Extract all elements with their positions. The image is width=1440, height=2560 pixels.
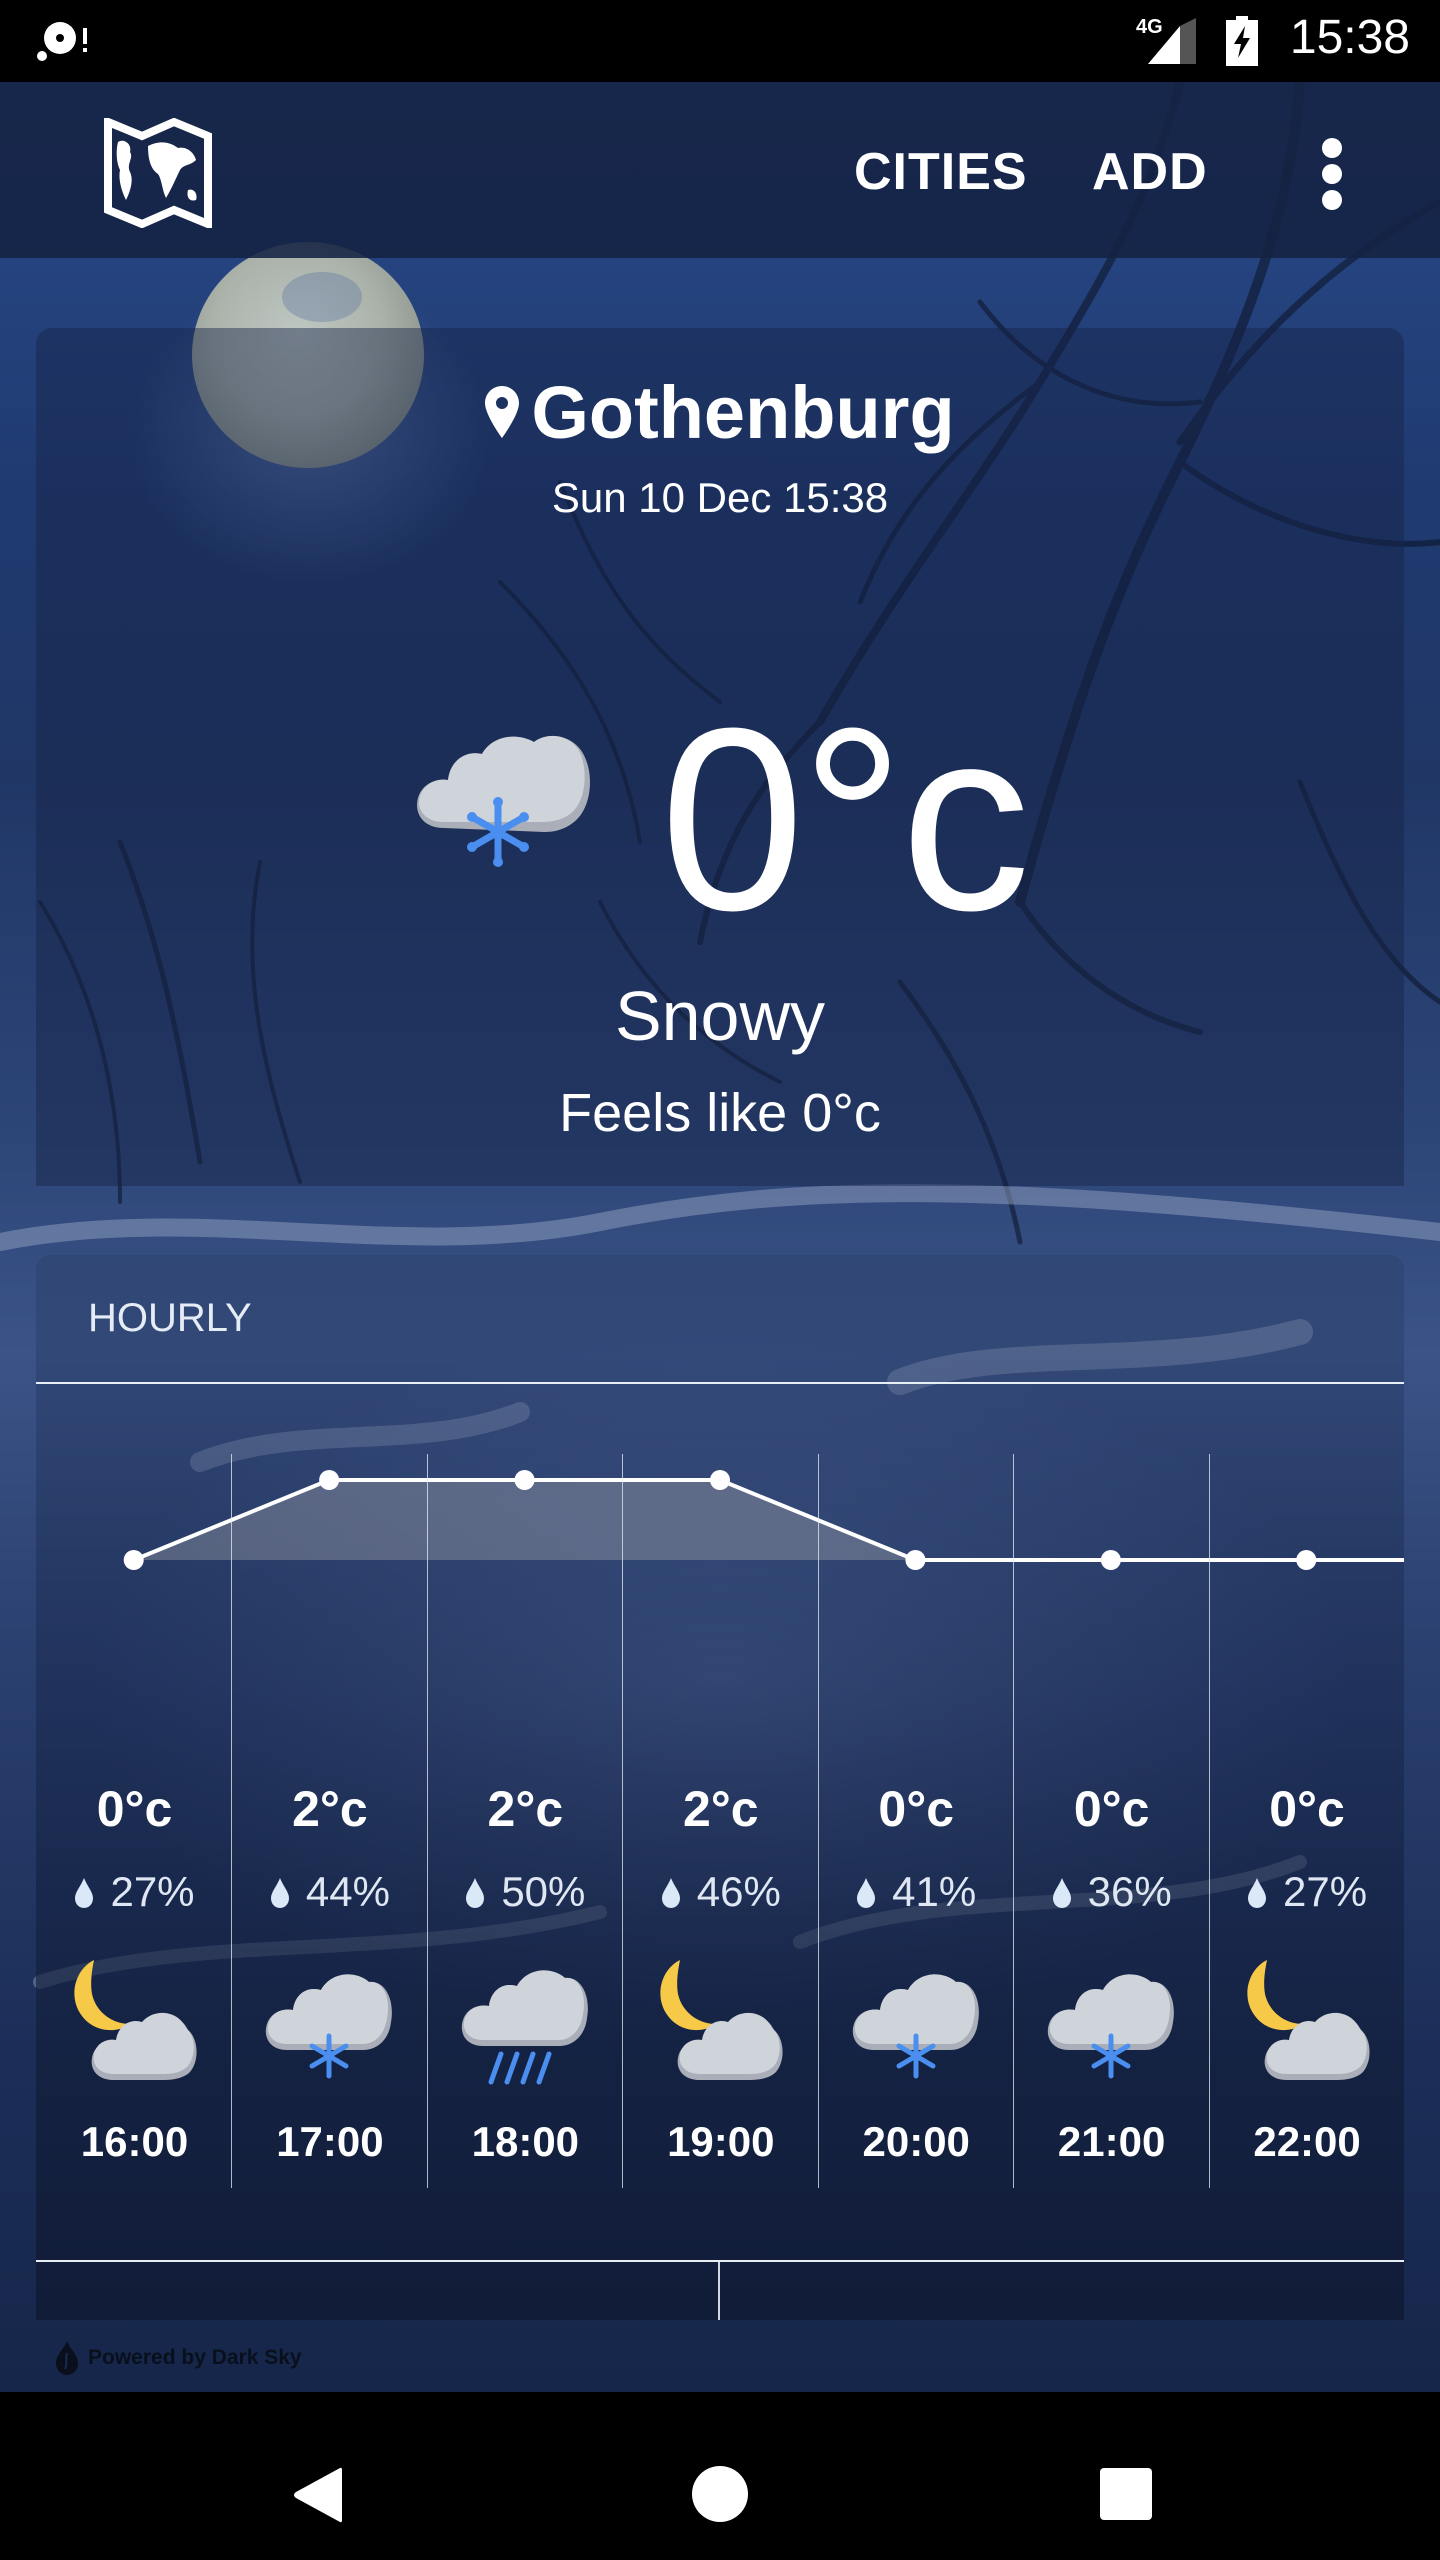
hourly-temp: 2°c: [487, 1781, 564, 1837]
hourly-column-divider: [1209, 1454, 1210, 2188]
hourly-item: 2°c 44% 17:00: [231, 1450, 428, 2190]
cloud-snow-icon: [846, 1950, 986, 2090]
hourly-time: 22:00: [1253, 2118, 1361, 2165]
hourly-precip: 50%: [427, 1868, 624, 1916]
hourly-precip-value: 27%: [110, 1868, 195, 1915]
raindrop-icon: [270, 1878, 289, 1908]
dark-sky-logo-icon: [56, 2341, 78, 2375]
hourly-precip: 44%: [231, 1868, 428, 1916]
bottom-divider: [36, 2260, 1404, 2262]
hourly-divider: [36, 1382, 1404, 1384]
partly-cloudy-night-icon: [1237, 1950, 1377, 2090]
hourly-temp: 2°c: [292, 1781, 368, 1837]
hourly-precip-value: 36%: [1087, 1868, 1172, 1915]
sync-alert-icon: [37, 22, 87, 61]
hourly-column-divider: [622, 1454, 623, 2188]
hourly-precip: 27%: [36, 1868, 233, 1916]
raindrop-icon: [1248, 1878, 1267, 1908]
hourly-time: 21:00: [1057, 2118, 1166, 2165]
cloud-snow-icon: [417, 735, 590, 867]
home-icon[interactable]: [692, 2466, 748, 2522]
hourly-time: 16:00: [80, 2118, 189, 2165]
cloud-snow-icon: [259, 1950, 399, 2090]
raindrop-icon: [857, 1878, 876, 1908]
hourly-precip-value: 41%: [892, 1868, 977, 1915]
hourly-column-divider: [818, 1454, 819, 2188]
hourly-precip-value: 27%: [1283, 1868, 1368, 1915]
hourly-temp: 0°c: [96, 1781, 173, 1837]
raindrop-icon: [661, 1878, 680, 1908]
hourly-precip: 41%: [818, 1868, 1015, 1916]
hourly-temp: 0°c: [1073, 1781, 1150, 1837]
current-temperature: 0°c: [660, 675, 1031, 965]
raindrop-icon: [466, 1878, 485, 1908]
status-bar: 4G 15:38: [0, 0, 1440, 82]
weather-summary: Snowy: [614, 977, 826, 1055]
hourly-precip: 36%: [1013, 1868, 1210, 1916]
hourly-time: 18:00: [471, 2118, 580, 2165]
hourly-item: 0°c 41% 20:00: [818, 1450, 1015, 2190]
recents-icon[interactable]: [1100, 2468, 1152, 2520]
back-icon[interactable]: [290, 2466, 344, 2524]
feels-like: Feels like 0°c: [559, 1083, 881, 1143]
cloud-snow-icon: [1041, 1950, 1181, 2090]
hourly-precip-value: 46%: [696, 1868, 781, 1915]
location-pin-icon: [485, 386, 520, 438]
signal-icon: [1148, 18, 1196, 64]
more-vert-icon[interactable]: [1310, 130, 1350, 220]
city-heading: Gothenburg: [0, 370, 1440, 455]
hourly-precip: 46%: [622, 1868, 819, 1916]
hourly-time: 19:00: [667, 2118, 775, 2165]
app-toolbar: CITIES ADD: [0, 82, 1440, 258]
cities-button[interactable]: CITIES: [854, 142, 1028, 202]
raindrop-icon: [1052, 1878, 1071, 1908]
hourly-item: 0°c 27% 16:00: [36, 1450, 233, 2190]
hourly-precip-value: 44%: [305, 1868, 390, 1915]
hourly-precip-value: 50%: [501, 1868, 586, 1915]
hourly-label: HOURLY: [88, 1296, 252, 1340]
partly-cloudy-night-icon: [64, 1950, 204, 2090]
hourly-item: 2°c 50% 18:00: [427, 1450, 624, 2190]
navigation-bar: [0, 2392, 1440, 2560]
hourly-item: 0°c 27% 22:00: [1209, 1450, 1406, 2190]
status-time: 15:38: [1289, 11, 1410, 64]
city-name: Gothenburg: [531, 371, 955, 454]
world-map-icon[interactable]: [104, 118, 212, 228]
hourly-temp: 2°c: [682, 1781, 759, 1837]
add-city-button[interactable]: ADD: [1092, 142, 1208, 202]
hourly-column-divider: [427, 1454, 428, 2188]
powered-by-label: Powered by Dark Sky: [88, 2346, 302, 2369]
partly-cloudy-night-icon: [650, 1950, 790, 2090]
cloud-rain-icon: [455, 1950, 595, 2090]
current-datetime: Sun 10 Dec 15:38: [551, 474, 889, 521]
hourly-item: 2°c 46% 19:00: [622, 1450, 819, 2190]
hourly-temp: 0°c: [878, 1781, 955, 1837]
hourly-time: 20:00: [862, 2118, 970, 2165]
hourly-column-divider: [231, 1454, 232, 2188]
hourly-temp: 0°c: [1269, 1781, 1345, 1837]
hourly-item: 0°c 36% 21:00: [1013, 1450, 1210, 2190]
raindrop-icon: [75, 1878, 94, 1908]
battery-charging-icon: [1226, 16, 1258, 66]
hourly-column-divider: [1013, 1454, 1014, 2188]
powered-by-dark-sky[interactable]: Powered by Dark Sky: [54, 2340, 302, 2376]
bottom-split-divider: [718, 2262, 720, 2320]
hourly-time: 17:00: [276, 2118, 384, 2165]
hourly-precip: 27%: [1209, 1868, 1406, 1916]
